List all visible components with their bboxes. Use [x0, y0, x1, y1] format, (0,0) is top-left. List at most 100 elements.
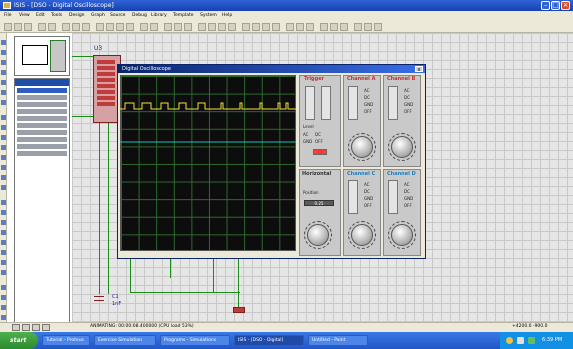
stop-icon[interactable]	[42, 324, 50, 331]
device-selector-list[interactable]	[14, 78, 70, 323]
rotate-cw-icon[interactable]	[1, 285, 6, 290]
pan-icon[interactable]	[96, 23, 104, 31]
graph-icon[interactable]	[1, 135, 6, 140]
block-delete-icon[interactable]	[228, 23, 236, 31]
refresh-icon[interactable]	[62, 23, 70, 31]
decompose-icon[interactable]	[272, 23, 280, 31]
device-item[interactable]	[17, 151, 67, 156]
bill-of-materials-icon[interactable]	[354, 23, 362, 31]
close-button[interactable]: ×	[561, 1, 570, 10]
selection-mode-icon[interactable]	[1, 40, 6, 45]
volume-icon[interactable]	[517, 337, 524, 344]
terminals-icon[interactable]	[1, 115, 6, 120]
new-file-icon[interactable]	[4, 23, 12, 31]
taskbar-button[interactable]: Tutorial - Proteus	[42, 335, 90, 346]
channel-b-coupling-option[interactable]: DC	[404, 95, 410, 100]
minimize-button[interactable]: –	[541, 1, 550, 10]
block-move-icon[interactable]	[208, 23, 216, 31]
pick-device-icon[interactable]	[242, 23, 250, 31]
channel-d-position-slider[interactable]	[388, 180, 398, 214]
device-item[interactable]	[17, 130, 67, 135]
start-button[interactable]: start	[0, 332, 38, 349]
oscilloscope-close-button[interactable]: x	[415, 66, 423, 73]
voltage-probe-icon[interactable]	[1, 165, 6, 170]
taskbar-button[interactable]: Untitled - Paint	[308, 335, 368, 346]
menu-source[interactable]: Source	[110, 13, 125, 18]
remove-sheet-icon[interactable]	[330, 23, 338, 31]
menu-system[interactable]: System	[200, 13, 217, 18]
wire-autorouter-icon[interactable]	[286, 23, 294, 31]
cut-icon[interactable]	[164, 23, 172, 31]
netlist-icon[interactable]	[374, 23, 382, 31]
channel-b-coupling-option[interactable]: GND	[404, 102, 413, 107]
menu-design[interactable]: Design	[69, 13, 85, 18]
maximize-button[interactable]: □	[551, 1, 560, 10]
menu-view[interactable]: View	[19, 13, 30, 18]
channel-a-coupling-option[interactable]: AC	[364, 88, 369, 93]
block-copy-icon[interactable]	[198, 23, 206, 31]
copy-icon[interactable]	[174, 23, 182, 31]
save-icon[interactable]	[24, 23, 32, 31]
device-item[interactable]	[17, 102, 67, 107]
overview-viewport[interactable]	[50, 40, 66, 72]
channel-c-coupling-option[interactable]: DC	[364, 189, 370, 194]
channel-d-coupling-option[interactable]: AC	[404, 182, 409, 187]
channel-d-coupling-option[interactable]: GND	[404, 196, 413, 201]
origin-icon[interactable]	[82, 23, 90, 31]
channel-d-coupling-option[interactable]: OFF	[404, 203, 412, 208]
menu-template[interactable]: Template	[173, 13, 194, 18]
device-item[interactable]	[17, 109, 67, 114]
property-assignment-icon[interactable]	[306, 23, 314, 31]
security-icon[interactable]	[528, 337, 535, 344]
device-item[interactable]	[17, 116, 67, 121]
taskbar-button[interactable]: ISIS - [DSO - Digital]	[234, 335, 304, 346]
channel-a-coupling-option[interactable]: OFF	[364, 109, 372, 114]
mirror-x-icon[interactable]	[1, 305, 6, 310]
menu-file[interactable]: File	[4, 13, 12, 18]
resistor[interactable]	[233, 307, 245, 313]
trigger-level-slider[interactable]	[305, 86, 315, 120]
wire-label-icon[interactable]	[1, 70, 6, 75]
trigger-mode-option[interactable]: AC	[303, 132, 308, 137]
taskbar-button[interactable]: Exercise Simulation	[94, 335, 156, 346]
2d-box-icon[interactable]	[1, 210, 6, 215]
make-device-icon[interactable]	[252, 23, 260, 31]
network-icon[interactable]	[506, 337, 513, 344]
junction-dot-icon[interactable]	[1, 60, 6, 65]
channel-a-coupling-option[interactable]: DC	[364, 95, 370, 100]
menu-help[interactable]: Help	[222, 13, 232, 18]
grid-icon[interactable]	[72, 23, 80, 31]
taskbar-button[interactable]: Programs - Simulations	[160, 335, 230, 346]
2d-arc-icon[interactable]	[1, 230, 6, 235]
channel-c-coupling-option[interactable]: GND	[364, 196, 373, 201]
zoom-out-icon[interactable]	[116, 23, 124, 31]
rotate-ccw-icon[interactable]	[1, 295, 6, 300]
channel-c-position-slider[interactable]	[348, 180, 358, 214]
menu-tools[interactable]: Tools	[51, 13, 62, 18]
mirror-y-icon[interactable]	[1, 315, 6, 320]
trigger-mode-option[interactable]: GND	[303, 139, 312, 144]
trigger-position-slider[interactable]	[321, 86, 331, 120]
device-item[interactable]	[17, 123, 67, 128]
channel-a-position-slider[interactable]	[348, 86, 358, 120]
2d-markers-icon[interactable]	[1, 270, 6, 275]
trigger-source-button[interactable]	[313, 149, 327, 155]
play-icon[interactable]	[12, 324, 20, 331]
tape-recorder-icon[interactable]	[1, 145, 6, 150]
channel-c-coupling-option[interactable]: OFF	[364, 203, 372, 208]
print-icon[interactable]	[38, 23, 46, 31]
channel-d-coupling-option[interactable]: DC	[404, 189, 410, 194]
zoom-all-icon[interactable]	[126, 23, 134, 31]
channel-b-coupling-option[interactable]: AC	[404, 88, 409, 93]
2d-symbol-icon[interactable]	[1, 260, 6, 265]
redo-icon[interactable]	[150, 23, 158, 31]
channel-b-position-slider[interactable]	[388, 86, 398, 120]
device-item[interactable]	[17, 95, 67, 100]
generator-icon[interactable]	[1, 155, 6, 160]
device-item[interactable]	[17, 88, 67, 93]
component-mode-icon[interactable]	[1, 50, 6, 55]
channel-a-coupling-option[interactable]: GND	[364, 102, 373, 107]
trigger-mode-option[interactable]: OFF	[315, 139, 323, 144]
menu-edit[interactable]: Edit	[36, 13, 45, 18]
2d-path-icon[interactable]	[1, 240, 6, 245]
